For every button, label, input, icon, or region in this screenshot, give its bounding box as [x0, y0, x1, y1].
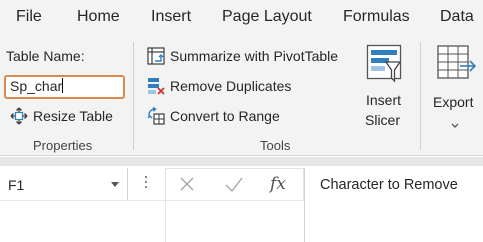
- tab-page-layout[interactable]: Page Layout: [222, 8, 312, 26]
- resize-table-button[interactable]: Resize Table: [9, 104, 113, 128]
- tools-group-label: Tools: [260, 138, 291, 153]
- group-separator: [420, 42, 421, 150]
- group-separator: [133, 42, 134, 150]
- name-box-value: F1: [8, 177, 25, 193]
- remove-duplicates-icon: [146, 76, 166, 96]
- convert-to-range-icon: [146, 106, 166, 126]
- column-divider: [165, 200, 166, 242]
- drag-handle-icon[interactable]: [144, 176, 148, 192]
- resize-table-label: Resize Table: [33, 108, 113, 124]
- table-name-value: Sp_char: [10, 78, 63, 94]
- formula-input[interactable]: Character to Remove: [304, 168, 483, 242]
- summarize-pivottable-label: Summarize with PivotTable: [170, 48, 339, 64]
- pivot-table-icon: [146, 46, 166, 66]
- chevron-down-icon: [451, 116, 459, 128]
- insert-slicer-label-line1: Insert: [366, 92, 402, 108]
- tab-data[interactable]: Data: [440, 8, 474, 26]
- text-caret: [62, 78, 64, 93]
- formula-bar: F1 fx Character to Remove: [0, 166, 483, 242]
- checkmark-icon: [225, 177, 243, 193]
- remove-duplicates-label: Remove Duplicates: [170, 78, 292, 94]
- tab-formulas[interactable]: Formulas: [343, 8, 410, 26]
- name-box[interactable]: F1: [0, 168, 128, 200]
- formula-content: Character to Remove: [320, 177, 458, 193]
- insert-function-button[interactable]: fx: [270, 174, 286, 194]
- tab-insert[interactable]: Insert: [151, 8, 191, 26]
- worksheet-area: [0, 200, 304, 242]
- export-label: Export: [433, 94, 474, 110]
- ribbon-formula-gap: [0, 157, 483, 166]
- summarize-pivottable-button[interactable]: Summarize with PivotTable: [146, 44, 338, 68]
- close-icon: [180, 177, 194, 191]
- formula-buttons: fx: [165, 168, 304, 200]
- cancel-entry-button[interactable]: [174, 173, 200, 197]
- tab-file[interactable]: File: [16, 8, 42, 26]
- table-name-input[interactable]: Sp_char: [4, 75, 125, 99]
- dropdown-arrow-icon[interactable]: [111, 182, 119, 187]
- tab-home[interactable]: Home: [77, 8, 120, 26]
- insert-slicer-label-line2: Slicer: [365, 112, 401, 128]
- ribbon-tabs: File Home Insert Page Layout Formulas Da…: [0, 0, 483, 36]
- properties-group-label: Properties: [33, 138, 93, 153]
- remove-duplicates-button[interactable]: Remove Duplicates: [146, 74, 291, 98]
- table-name-label: Table Name:: [6, 48, 85, 64]
- convert-to-range-button[interactable]: Convert to Range: [146, 104, 280, 128]
- ribbon: Table Name: Sp_char Resize Table Propert…: [0, 36, 483, 156]
- insert-slicer-icon: [366, 44, 402, 84]
- enter-button[interactable]: [221, 173, 247, 197]
- insert-slicer-button[interactable]: Insert Slicer: [358, 42, 410, 130]
- export-button[interactable]: Export: [428, 42, 483, 128]
- export-icon: [436, 44, 477, 84]
- resize-table-icon: [9, 106, 29, 126]
- convert-to-range-label: Convert to Range: [170, 108, 280, 124]
